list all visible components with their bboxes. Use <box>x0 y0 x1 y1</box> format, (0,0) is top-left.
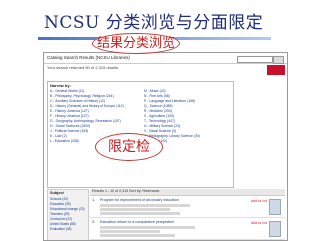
result-title-link[interactable]: Education reform in a comparative perspe… <box>100 220 230 225</box>
facet-link[interactable]: Education (39) <box>50 202 88 206</box>
refine-heading: Subject <box>50 191 64 195</box>
facet-link[interactable]: United States (88) <box>50 222 88 226</box>
browse-link[interactable]: D - History (General) and History of Eur… <box>50 104 136 108</box>
browse-heading: Narrow by: <box>50 83 71 88</box>
search-input[interactable] <box>237 56 273 63</box>
result-detail-line <box>100 230 160 233</box>
result-row: 1. Program for improvement of secondary … <box>90 196 285 218</box>
catalog-header: Catalog Search Results (NCSU Libraries) <box>44 53 287 64</box>
browse-link[interactable]: S - Agriculture (100) <box>144 114 230 118</box>
browse-link[interactable]: C - Auxiliary Sciences of History (12) <box>50 99 136 103</box>
browse-link[interactable]: N - Fine Arts (58) <box>144 94 230 98</box>
browse-link[interactable]: B - Philosophy, Psychology, Religion (24… <box>50 94 136 98</box>
result-detail-line <box>100 212 180 215</box>
facet-link[interactable]: Educational change (23) <box>50 207 88 211</box>
search-button[interactable] <box>273 56 284 64</box>
browse-link[interactable]: R - Medicine (253) <box>144 109 230 113</box>
browse-callout: 结果分类浏览 <box>92 33 180 54</box>
result-number: 1. <box>92 198 96 202</box>
result-detail-line <box>100 234 175 237</box>
result-summary: Your search returned 50 of 2,315 results <box>47 65 119 70</box>
facet-link[interactable]: Curriculum (22) <box>50 217 88 221</box>
result-detail-line <box>100 226 195 229</box>
browse-link[interactable]: Z - Bibliography, Library Science (30) <box>144 134 230 138</box>
catalog-screenshot: Catalog Search Results (NCSU Libraries) … <box>43 52 288 241</box>
refine-sidebar: Subject Schools (43) Education (39) Educ… <box>47 189 89 240</box>
browse-link[interactable]: M - Music (42) <box>144 89 230 93</box>
browse-link[interactable]: A - General Works (11) <box>50 89 136 93</box>
browse-link[interactable]: T - Technology (447) <box>144 119 230 123</box>
facet-link[interactable]: Evaluation (45) <box>50 227 88 231</box>
refine-callout: 限定检 <box>95 133 163 161</box>
browse-link[interactable]: F - History: America (127) <box>50 114 136 118</box>
facet-link[interactable]: Schools (43) <box>50 197 88 201</box>
browse-link[interactable]: P - Language and Literature (168) <box>144 99 230 103</box>
book-cover-thumbnail <box>269 199 281 215</box>
library-logo <box>267 65 285 75</box>
results-list: Results 1 - 10 of 2,315 Sort by: Relevan… <box>90 189 285 240</box>
facet-link[interactable]: Teachers (29) <box>50 212 88 216</box>
window-title: Catalog Search Results (NCSU Libraries) <box>47 55 130 60</box>
add-to-list-link[interactable]: Add to list <box>251 221 267 226</box>
browse-link[interactable]: H - Social Sciences (1500) <box>50 124 136 128</box>
result-title-link[interactable]: Program for improvement of secondary edu… <box>100 198 230 203</box>
results-header: Results 1 - 10 of 2,315 Sort by: Relevan… <box>90 189 285 196</box>
result-row: 2. Education reform in a comparative per… <box>90 218 285 240</box>
browse-link[interactable]: U - Military Science (24) <box>144 124 230 128</box>
result-number: 2. <box>92 220 96 224</box>
add-to-list-link[interactable]: Add to list <box>251 199 267 204</box>
book-cover-thumbnail <box>269 221 281 237</box>
browse-link[interactable]: E - History: America (127) <box>50 109 136 113</box>
browse-link[interactable]: Q - Science (1088) <box>144 104 230 108</box>
browse-column-right: M - Music (42) N - Fine Arts (58) P - La… <box>142 89 230 144</box>
browse-link[interactable]: G - Geography, Anthropology, Recreation … <box>50 119 136 123</box>
result-detail-line <box>100 208 170 211</box>
browse-link[interactable]: V - Naval Science (3) <box>144 129 230 133</box>
result-detail-line <box>100 204 190 207</box>
